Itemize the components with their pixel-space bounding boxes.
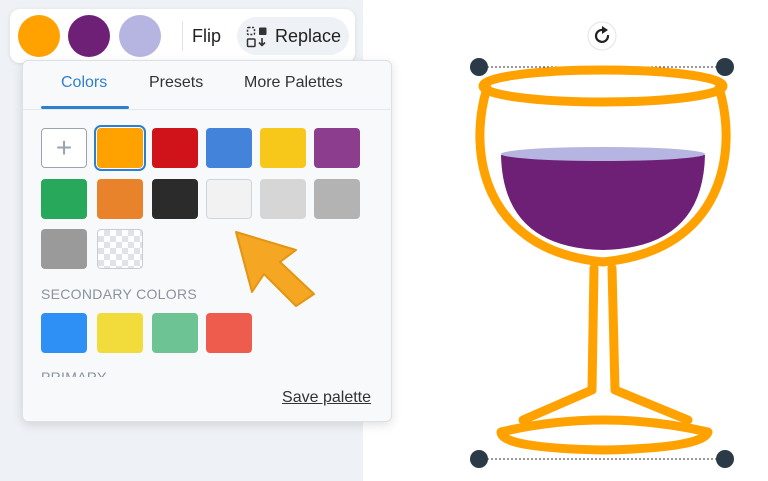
replace-icon — [246, 26, 267, 48]
color-swatch[interactable] — [260, 128, 306, 168]
transparent-color-swatch[interactable] — [97, 229, 143, 269]
color-swatch-orange[interactable] — [18, 15, 60, 57]
resize-handle-top-left[interactable] — [470, 58, 488, 76]
rotate-icon[interactable] — [587, 21, 617, 51]
color-swatch[interactable] — [314, 179, 360, 219]
glass-base — [496, 415, 713, 455]
flip-button[interactable]: Flip — [192, 21, 221, 51]
color-swatch[interactable] — [206, 179, 252, 219]
color-swatch[interactable] — [152, 128, 198, 168]
wine-glass-graphic[interactable] — [475, 65, 731, 455]
resize-handle-bottom-left[interactable] — [470, 450, 488, 468]
design-canvas — [470, 21, 734, 468]
color-swatch[interactable] — [260, 179, 306, 219]
tab-colors[interactable]: Colors — [61, 74, 107, 92]
color-swatch[interactable] — [314, 128, 360, 168]
color-swatch[interactable] — [206, 128, 252, 168]
tabs-divider — [23, 109, 391, 110]
primary-colors-title: PRIMARY — [41, 369, 107, 377]
color-swatch-lavender[interactable] — [119, 15, 161, 57]
wine-surface — [501, 147, 705, 161]
color-swatch-purple[interactable] — [68, 15, 110, 57]
save-palette-link[interactable]: Save palette — [282, 389, 371, 407]
color-swatch[interactable] — [94, 125, 146, 171]
color-swatch[interactable] — [152, 179, 198, 219]
color-swatch[interactable] — [41, 179, 87, 219]
pointer-arrow-icon — [235, 231, 315, 307]
replace-button[interactable]: Replace — [237, 17, 349, 55]
secondary-color-swatch[interactable] — [206, 313, 252, 353]
element-toolbar: Flip Replace — [10, 9, 355, 63]
resize-handle-bottom-right[interactable] — [716, 450, 734, 468]
glass-stem — [518, 263, 693, 425]
toolbar-divider — [182, 21, 183, 51]
secondary-color-swatch[interactable] — [97, 313, 143, 353]
glass-rim — [478, 65, 728, 107]
plus-icon: + — [55, 132, 73, 163]
palette-tabs: Colors Presets More Palettes — [23, 61, 391, 110]
secondary-color-swatch[interactable] — [41, 313, 87, 353]
tab-more-palettes[interactable]: More Palettes — [244, 74, 343, 92]
resize-handle-top-right[interactable] — [716, 58, 734, 76]
secondary-colors-title: SECONDARY COLORS — [41, 286, 197, 302]
secondary-color-swatch[interactable] — [152, 313, 198, 353]
replace-label: Replace — [275, 26, 342, 46]
color-swatch[interactable] — [41, 229, 87, 269]
color-palette-panel: Colors Presets More Palettes + SECONDARY… — [22, 60, 392, 422]
add-color-button[interactable]: + — [41, 128, 87, 168]
tab-presets[interactable]: Presets — [149, 74, 203, 92]
color-swatch[interactable] — [97, 179, 143, 219]
